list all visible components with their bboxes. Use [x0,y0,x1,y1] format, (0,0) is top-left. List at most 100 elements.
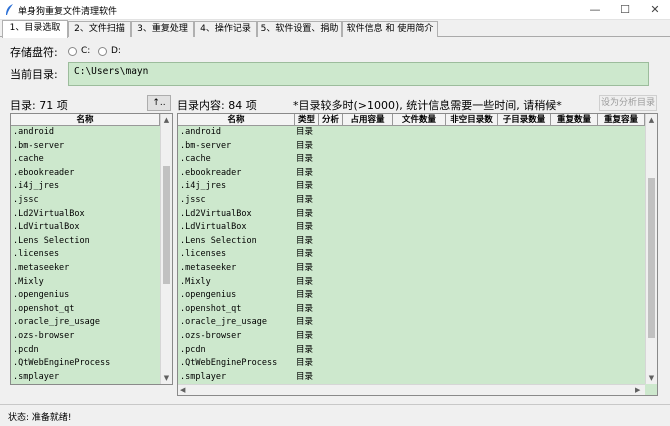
dir-list-item[interactable]: .ebookreader [11,167,160,181]
row-name: .openshot_qt [180,303,242,314]
table-row[interactable]: .Ld2VirtualBox 目录 [178,208,645,222]
dir-list-item[interactable]: .LdVirtualBox [11,221,160,235]
tab-dir-select[interactable]: 1、目录选取 [2,20,68,38]
table-row[interactable]: .ebookreader 目录 [178,167,645,181]
col-header-analyze[interactable]: 分析 [319,114,343,126]
row-name: .LdVirtualBox [180,222,247,233]
dir-content-table[interactable]: 名称 类型 分析 占用容量 文件数量 非空目录数 子目录数量 重复数量 重复容量… [177,113,658,396]
row-type: 目录 [296,140,314,151]
row-type: 目录 [296,222,314,233]
row-name: .i4j_jres [180,181,227,192]
tab-operation-log[interactable]: 4、操作记录 [194,21,257,37]
row-type: 目录 [296,167,314,178]
drive-c-radio[interactable] [68,47,77,56]
table-row[interactable]: .Mixly 目录 [178,276,645,290]
dir-list-item[interactable]: .metaseeker [11,262,160,276]
table-row[interactable]: .opengenius 目录 [178,289,645,303]
dir-list-item[interactable]: .ozs-browser [11,330,160,344]
dir-list-header-name[interactable]: 名称 [11,114,160,126]
row-name: .opengenius [180,290,237,301]
scroll-down-arrow-icon[interactable]: ▼ [646,372,657,384]
table-row[interactable]: .pcdn 目录 [178,344,645,358]
table-row[interactable]: .cache 目录 [178,153,645,167]
scroll-up-arrow-icon[interactable]: ▲ [646,114,657,126]
row-type: 目录 [296,208,314,219]
scroll-left-arrow-icon[interactable]: ◀ [180,385,185,395]
table-row[interactable]: .android 目录 [178,126,645,140]
dir-list-scroll-thumb[interactable] [163,166,170,284]
dir-list-item[interactable]: .oracle_jre_usage [11,316,160,330]
row-name: .jssc [180,194,206,205]
set-analysis-dir-button[interactable]: 设为分析目录 [599,95,657,111]
col-header-size[interactable]: 占用容量 [343,114,393,126]
col-header-nonempty-dirs[interactable]: 非空目录数 [446,114,498,126]
table-row[interactable]: .openshot_qt 目录 [178,303,645,317]
table-row[interactable]: .Lens Selection 目录 [178,235,645,249]
dir-count-label: 目录: 71 项 [10,99,68,112]
dir-list-item[interactable]: .bm-server [11,140,160,154]
row-name: .bm-server [180,140,232,151]
dir-list-item[interactable]: .licenses [11,248,160,262]
content-scroll-thumb[interactable] [648,178,655,338]
dir-list-item[interactable]: .opengenius [11,289,160,303]
minimize-button[interactable]: — [580,0,610,20]
content-hscroll[interactable]: ◀ ▶ [178,384,645,395]
col-header-dup-count[interactable]: 重复数量 [551,114,598,126]
dir-list-item[interactable]: .QtWebEngineProcess [11,357,160,371]
table-row[interactable]: .i4j_jres 目录 [178,180,645,194]
table-row[interactable]: .metaseeker 目录 [178,262,645,276]
current-dir-field[interactable]: C:\Users\mayn [68,62,649,86]
table-row[interactable]: .licenses 目录 [178,248,645,262]
dir-list-item[interactable]: .cache [11,153,160,167]
dir-list[interactable]: 名称 .android .bm-server .cache .ebookreader.… [10,113,173,385]
drive-d-label: D: [111,46,121,56]
table-row[interactable]: .oracle_jre_usage 目录 [178,316,645,330]
maximize-button[interactable]: ☐ [610,0,640,20]
tab-bar: 1、目录选取 2、文件扫描 3、重复处理 4、操作记录 5、软件设置、捐助 软件… [0,20,670,38]
row-type: 目录 [296,262,314,273]
dir-list-item[interactable]: .smplayer [11,371,160,384]
table-row[interactable]: .LdVirtualBox 目录 [178,221,645,235]
parent-dir-button[interactable]: ↑.. [147,95,171,111]
dir-list-item[interactable]: .Mixly [11,276,160,290]
close-button[interactable]: ✕ [640,0,670,20]
col-header-file-count[interactable]: 文件数量 [393,114,446,126]
window-title: 单身狗重复文件清理软件 [18,7,118,17]
drive-d-radio[interactable] [98,47,107,56]
row-type: 目录 [296,330,314,341]
col-header-dup-size[interactable]: 重复容量 [598,114,645,126]
row-name: .pcdn [180,344,206,355]
dir-list-item[interactable]: .Lens Selection [11,235,160,249]
scroll-right-arrow-icon[interactable]: ▶ [635,385,640,395]
tab-settings-donate[interactable]: 5、软件设置、捐助 [257,21,342,37]
table-row[interactable]: .ozs-browser 目录 [178,330,645,344]
col-header-subdir-count[interactable]: 子目录数量 [498,114,551,126]
drive-label: 存储盘符: [10,46,58,59]
status-text: 状态: 准备就绪! [8,413,72,423]
tab-duplicate-handling[interactable]: 3、重复处理 [131,21,194,37]
tab-file-scan[interactable]: 2、文件扫描 [68,21,131,37]
table-row[interactable]: .bm-server 目录 [178,140,645,154]
drive-c-label: C: [81,46,91,56]
tab-software-info[interactable]: 软件信息 和 使用简介 [342,21,438,37]
scroll-down-arrow-icon[interactable]: ▼ [161,372,172,384]
table-row[interactable]: .smplayer 目录 [178,371,645,385]
dir-list-item[interactable]: .pcdn [11,344,160,358]
row-type: 目录 [296,127,314,137]
dir-list-item[interactable]: .jssc [11,194,160,208]
dir-list-item[interactable]: .Ld2VirtualBox [11,208,160,222]
dir-list-item[interactable]: .i4j_jres [11,180,160,194]
dir-list-item[interactable]: .android [11,126,160,140]
content-vscroll[interactable]: ▲ ▼ [645,114,657,384]
col-header-type[interactable]: 类型 [295,114,319,126]
scroll-up-arrow-icon[interactable]: ▲ [161,114,172,126]
row-name: .QtWebEngineProcess [180,358,278,369]
col-header-name[interactable]: 名称 [178,114,295,126]
dir-list-vscroll[interactable]: ▲ ▼ [160,114,172,384]
table-row[interactable]: .QtWebEngineProcess 目录 [178,357,645,371]
table-row[interactable]: .jssc 目录 [178,194,645,208]
feather-app-icon [6,4,13,15]
row-type: 目录 [296,154,314,165]
dir-list-item[interactable]: .openshot_qt [11,303,160,317]
row-name: .ebookreader [180,167,242,178]
